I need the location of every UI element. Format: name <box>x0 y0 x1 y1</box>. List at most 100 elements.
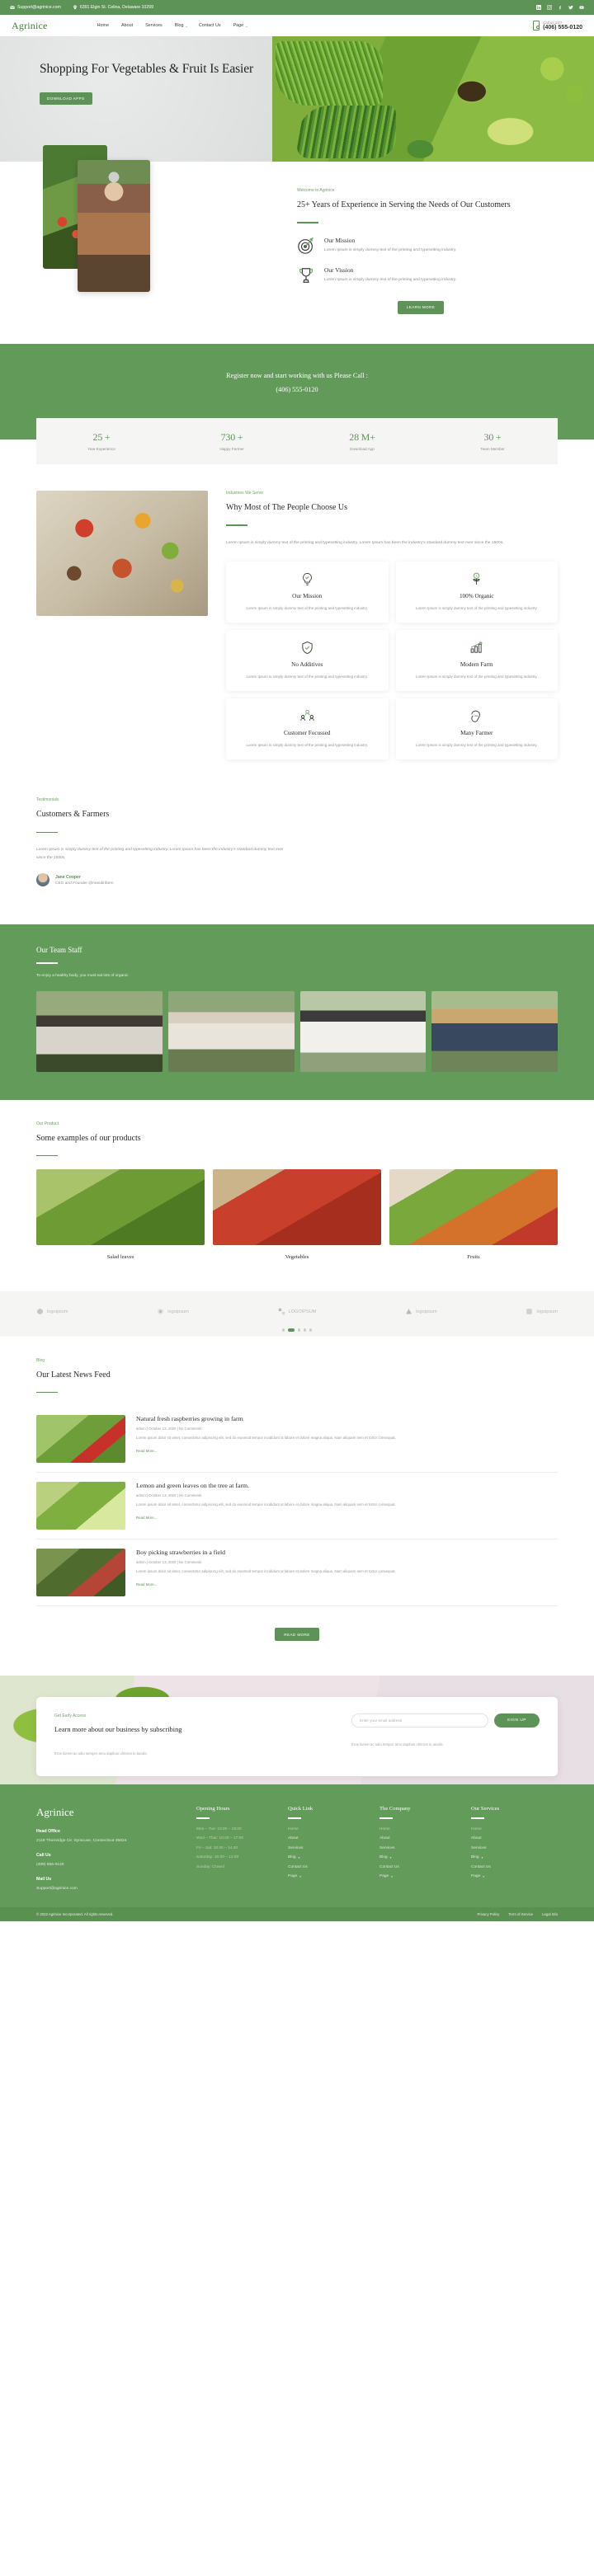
footer-link-contact-us[interactable]: Contact Us <box>471 1865 558 1869</box>
brand-logo[interactable]: Agrinice <box>12 20 48 32</box>
partner-logo[interactable]: logoipsum <box>526 1308 558 1315</box>
footer-link-home[interactable]: Home <box>380 1827 466 1831</box>
feature-card[interactable]: No Additives Lorem Ipsum is simply dummy… <box>226 630 389 692</box>
footer-bottom-links: Privacy Policy Term of Service Legal Inf… <box>478 1912 558 1916</box>
footer-link-about[interactable]: About <box>380 1836 466 1840</box>
divider <box>196 1817 210 1819</box>
nav-item-services[interactable]: Services <box>145 23 164 28</box>
facebook-icon[interactable] <box>558 5 563 10</box>
blog-post[interactable]: Natural fresh raspberries growing in far… <box>36 1406 558 1474</box>
learn-more-button[interactable]: LEARN MORE <box>397 300 445 314</box>
newsletter-note-left: Eros lioreet ac odio semper arcu dapibus… <box>54 1751 148 1756</box>
nav-item-about[interactable]: About <box>121 23 134 28</box>
footer-link-services[interactable]: Services <box>471 1846 558 1850</box>
product-card[interactable]: Fruits <box>389 1169 558 1260</box>
stat-number: 730 + <box>220 431 243 444</box>
why-paragraph: Lorem Ipsum is simply dummy text of the … <box>226 541 504 545</box>
team-member-2[interactable] <box>167 990 295 1072</box>
footer-mail-value[interactable]: Support@agrinice.com <box>36 1886 191 1892</box>
team-member-3[interactable] <box>299 990 427 1072</box>
footer-link-page[interactable]: Page ▾ <box>471 1874 558 1878</box>
footer-link-blog[interactable]: Blog ▾ <box>288 1855 375 1859</box>
carousel-dot-active[interactable] <box>287 1328 295 1332</box>
footer-logo[interactable]: Agrinice <box>36 1806 191 1819</box>
partner-logo[interactable]: logoipsum <box>405 1308 437 1315</box>
partner-logo[interactable]: LOGOIPSUM <box>278 1308 316 1315</box>
youtube-icon[interactable] <box>579 5 584 10</box>
footer-link-label: Contact Us <box>471 1864 491 1869</box>
social-links <box>536 5 584 10</box>
partner-logo[interactable]: logoipsum <box>36 1308 68 1315</box>
card-title: Customer Focussed <box>284 730 331 737</box>
nav-item-page[interactable]: Page ⌄ <box>233 23 248 28</box>
email-input[interactable]: Enter your email address <box>351 1713 488 1728</box>
topbar-email[interactable]: Support@agrinice.com <box>10 5 61 10</box>
subscribe-row: Enter your email address SIGN UP <box>351 1713 540 1728</box>
why-eyebrow: Industries We Serve <box>226 491 263 496</box>
team-member-4[interactable] <box>431 990 558 1072</box>
carousel-dot[interactable] <box>309 1328 313 1332</box>
product-card[interactable]: Vegetables <box>213 1169 381 1260</box>
post-title[interactable]: Lemon and green leaves on the tree at fa… <box>136 1482 396 1489</box>
logo-mark-icon <box>36 1308 44 1315</box>
strong-arm-icon <box>406 709 549 723</box>
privacy-policy-link[interactable]: Privacy Policy <box>478 1912 500 1916</box>
footer-call-value[interactable]: (406) 555-0120 <box>36 1862 191 1869</box>
footer-link-home[interactable]: Home <box>471 1827 558 1831</box>
footer-link-about[interactable]: About <box>471 1836 558 1840</box>
nav-item-blog[interactable]: Blog ⌄ <box>175 23 188 28</box>
post-read-more-link[interactable]: Read More... <box>136 1449 157 1453</box>
feature-card[interactable]: Modern Farm Lorem Ipsum is simply dummy … <box>395 630 558 692</box>
carousel-dot[interactable] <box>297 1328 300 1332</box>
blog-post[interactable]: Boy picking strawberries in a field admi… <box>36 1539 558 1607</box>
shield-check-icon <box>236 641 379 655</box>
carousel-dot[interactable] <box>304 1328 307 1332</box>
partner-logo[interactable]: logoipsum <box>157 1308 189 1315</box>
footer-link-page[interactable]: Page ▾ <box>380 1874 466 1878</box>
stat-label: Year Experience <box>87 447 116 452</box>
linkedin-icon[interactable] <box>536 5 541 10</box>
footer-link-about[interactable]: About <box>288 1836 375 1840</box>
nav-item-contact-us[interactable]: Contact Us <box>199 23 223 28</box>
nav-call-block[interactable]: Call us 24/7 (406) 555-0120 <box>533 21 582 31</box>
post-read-more-link[interactable]: Read More... <box>136 1582 157 1586</box>
nav-item-home[interactable]: Home <box>97 23 111 28</box>
feature-card[interactable]: Our Mission Lorem Ipsum is simply dummy … <box>226 562 389 623</box>
feature-card[interactable]: Many Farmer Lorem Ipsum is simply dummy … <box>395 698 558 760</box>
blog-actions: READ MORE <box>36 1623 558 1642</box>
twitter-icon[interactable] <box>568 5 573 10</box>
card-title: Our Mission <box>292 593 323 600</box>
footer-link-services[interactable]: Services <box>288 1846 375 1850</box>
footer-link-blog[interactable]: Blog ▾ <box>471 1855 558 1859</box>
post-title[interactable]: Boy picking strawberries in a field <box>136 1549 396 1556</box>
footer-link-home[interactable]: Home <box>288 1827 375 1831</box>
post-title[interactable]: Natural fresh raspberries growing in far… <box>136 1415 396 1422</box>
top-bar: Support@agrinice.com 6391 Elgin St. Celi… <box>0 0 594 15</box>
target-icon <box>297 237 315 255</box>
carousel-dot[interactable] <box>281 1328 285 1332</box>
blog-post[interactable]: Lemon and green leaves on the tree at fa… <box>36 1473 558 1540</box>
topbar-address[interactable]: 6391 Elgin St. Celina, Delaware 10299 <box>73 5 153 10</box>
instagram-icon[interactable] <box>547 5 552 10</box>
cta-line2[interactable]: (406) 555-0120 <box>0 383 594 397</box>
trophy-icon <box>297 266 315 284</box>
feature-card[interactable]: $ 100% Organic Lorem Ipsum is simply dum… <box>395 562 558 623</box>
download-apps-button[interactable]: DOWNLOAD APPS <box>40 92 92 105</box>
terms-of-service-link[interactable]: Term of Service <box>508 1912 533 1916</box>
divider <box>36 962 58 964</box>
post-read-more-link[interactable]: Read More... <box>136 1516 157 1520</box>
team-member-1[interactable] <box>36 990 163 1072</box>
sign-up-button[interactable]: SIGN UP <box>493 1713 540 1728</box>
footer-link-services[interactable]: Services <box>380 1846 466 1850</box>
call-number[interactable]: (406) 555-0120 <box>543 25 582 31</box>
about-section: Welcome to Agrinice 25+ Years of Experie… <box>0 145 594 344</box>
feature-card[interactable]: Customer Focussed Lorem Ipsum is simply … <box>226 698 389 760</box>
product-card[interactable]: Salad leaves <box>36 1169 205 1260</box>
read-more-button[interactable]: READ MORE <box>275 1628 319 1642</box>
footer-link-page[interactable]: Page ▾ <box>288 1874 375 1878</box>
footer-link-blog[interactable]: Blog ▾ <box>380 1855 466 1859</box>
legal-info-link[interactable]: Legal Info <box>542 1912 558 1916</box>
footer-link-contact-us[interactable]: Contact Us <box>288 1865 375 1869</box>
stat-number: 30 + <box>483 431 502 444</box>
footer-link-contact-us[interactable]: Contact Us <box>380 1865 466 1869</box>
